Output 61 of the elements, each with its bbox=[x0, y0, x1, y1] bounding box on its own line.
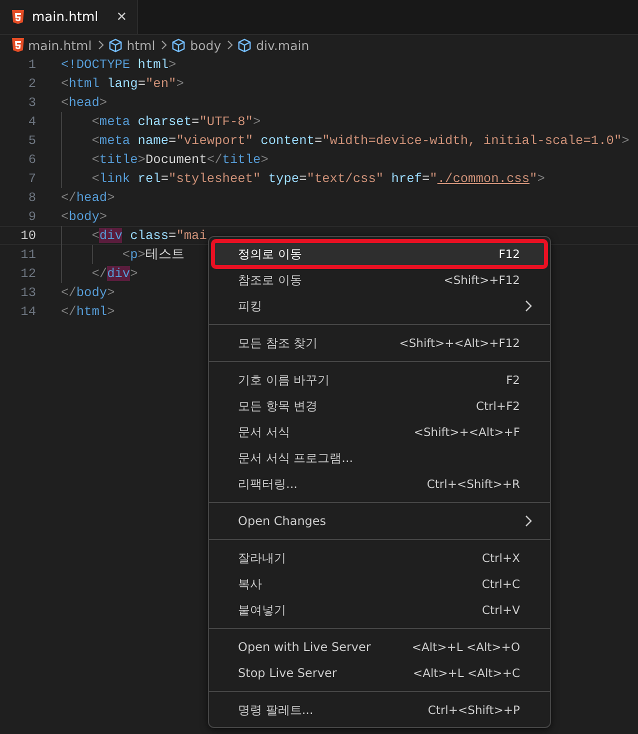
line-number: 3 bbox=[27, 95, 36, 110]
menu-item[interactable]: 붙여넣기 Ctrl+V bbox=[213, 597, 546, 623]
code-line: <div class="mai bbox=[92, 227, 207, 245]
line-number: 1 bbox=[27, 57, 36, 72]
code-line: <head> bbox=[61, 94, 108, 112]
code-line: <meta name="viewport" content="width=device-width, initial-scale=1.0"> bbox=[92, 132, 630, 150]
line-number: 11 bbox=[20, 247, 36, 262]
line-number: 8 bbox=[27, 190, 36, 205]
menu-item[interactable]: 정의로 이동 F12 bbox=[213, 241, 546, 267]
menu-item[interactable]: 피킹 bbox=[213, 293, 546, 319]
breadcrumb-item[interactable]: body bbox=[190, 38, 222, 52]
chevron-icon bbox=[227, 40, 234, 50]
line-number: 10 bbox=[20, 228, 36, 243]
menu-item[interactable]: 모든 참조 찾기 <Shift>+<Alt>+F12 bbox=[213, 330, 546, 356]
line-number: 14 bbox=[20, 304, 36, 319]
menu-item[interactable]: 기호 이름 바꾸기 F2 bbox=[213, 367, 546, 393]
code-line: <!DOCTYPE html> bbox=[61, 56, 176, 74]
cube-icon bbox=[108, 38, 123, 52]
breadcrumb-item[interactable]: main.html bbox=[28, 38, 92, 52]
chevron-icon bbox=[98, 40, 104, 50]
line-number: 2 bbox=[27, 76, 36, 91]
code-line: <meta charset="UTF-8"> bbox=[92, 113, 261, 131]
code-line: <link rel="stylesheet" type="text/css" href="./common.css"> bbox=[92, 170, 545, 188]
menu-item[interactable]: 참조로 이동 <Shift>+F12 bbox=[213, 267, 546, 293]
line-number: 6 bbox=[27, 152, 36, 167]
line-number: 4 bbox=[27, 114, 36, 129]
breadcrumb-item[interactable]: div.main bbox=[256, 38, 310, 52]
menu-item[interactable]: Stop Live Server <Alt>+L <Alt>+C bbox=[213, 660, 546, 686]
code-line: </body> bbox=[61, 284, 115, 302]
menu-item[interactable]: 문서 서식 프로그램... bbox=[213, 445, 546, 471]
code-line: </div> bbox=[92, 265, 138, 283]
chevron-icon bbox=[161, 40, 168, 50]
code-line: <p>테스트 bbox=[122, 246, 184, 264]
cube-icon bbox=[237, 38, 252, 52]
code-line: </html> bbox=[61, 303, 115, 321]
cube-icon bbox=[171, 38, 186, 52]
html5-icon bbox=[12, 38, 24, 52]
chevron-icon bbox=[525, 515, 532, 527]
menu-item[interactable]: 잘라내기 Ctrl+X bbox=[213, 545, 546, 571]
menu-item[interactable]: 리팩터링... Ctrl+<Shift>+R bbox=[213, 471, 546, 497]
menu-item[interactable]: 명령 팔레트... Ctrl+<Shift>+P bbox=[213, 697, 546, 723]
menu-item[interactable]: 모든 항목 변경 Ctrl+F2 bbox=[213, 393, 546, 419]
menu-item[interactable]: 복사 Ctrl+C bbox=[213, 571, 546, 597]
html5-icon bbox=[12, 10, 24, 24]
breadcrumb-item[interactable]: html bbox=[126, 38, 156, 52]
line-number: 9 bbox=[27, 209, 36, 224]
code-line: <title>Document</title> bbox=[92, 151, 268, 169]
chevron-icon bbox=[525, 300, 532, 312]
menu-item[interactable]: 문서 서식 <Shift>+<Alt>+F bbox=[213, 419, 546, 445]
menu-item[interactable]: Open Changes bbox=[213, 508, 546, 534]
line-number: 7 bbox=[27, 171, 36, 186]
code-line: <html lang="en"> bbox=[61, 75, 184, 93]
line-number: 5 bbox=[27, 133, 36, 148]
line-number: 13 bbox=[20, 285, 36, 300]
close-icon[interactable]: ✕ bbox=[116, 10, 128, 24]
line-number: 12 bbox=[20, 266, 36, 281]
tab-label: main.html bbox=[32, 10, 98, 24]
menu-item[interactable]: Open with Live Server <Alt>+L <Alt>+O bbox=[213, 634, 546, 660]
editor-tab[interactable]: main.html ✕ bbox=[0, 0, 138, 34]
code-line: </head> bbox=[61, 189, 115, 207]
code-line: <body> bbox=[61, 208, 108, 226]
